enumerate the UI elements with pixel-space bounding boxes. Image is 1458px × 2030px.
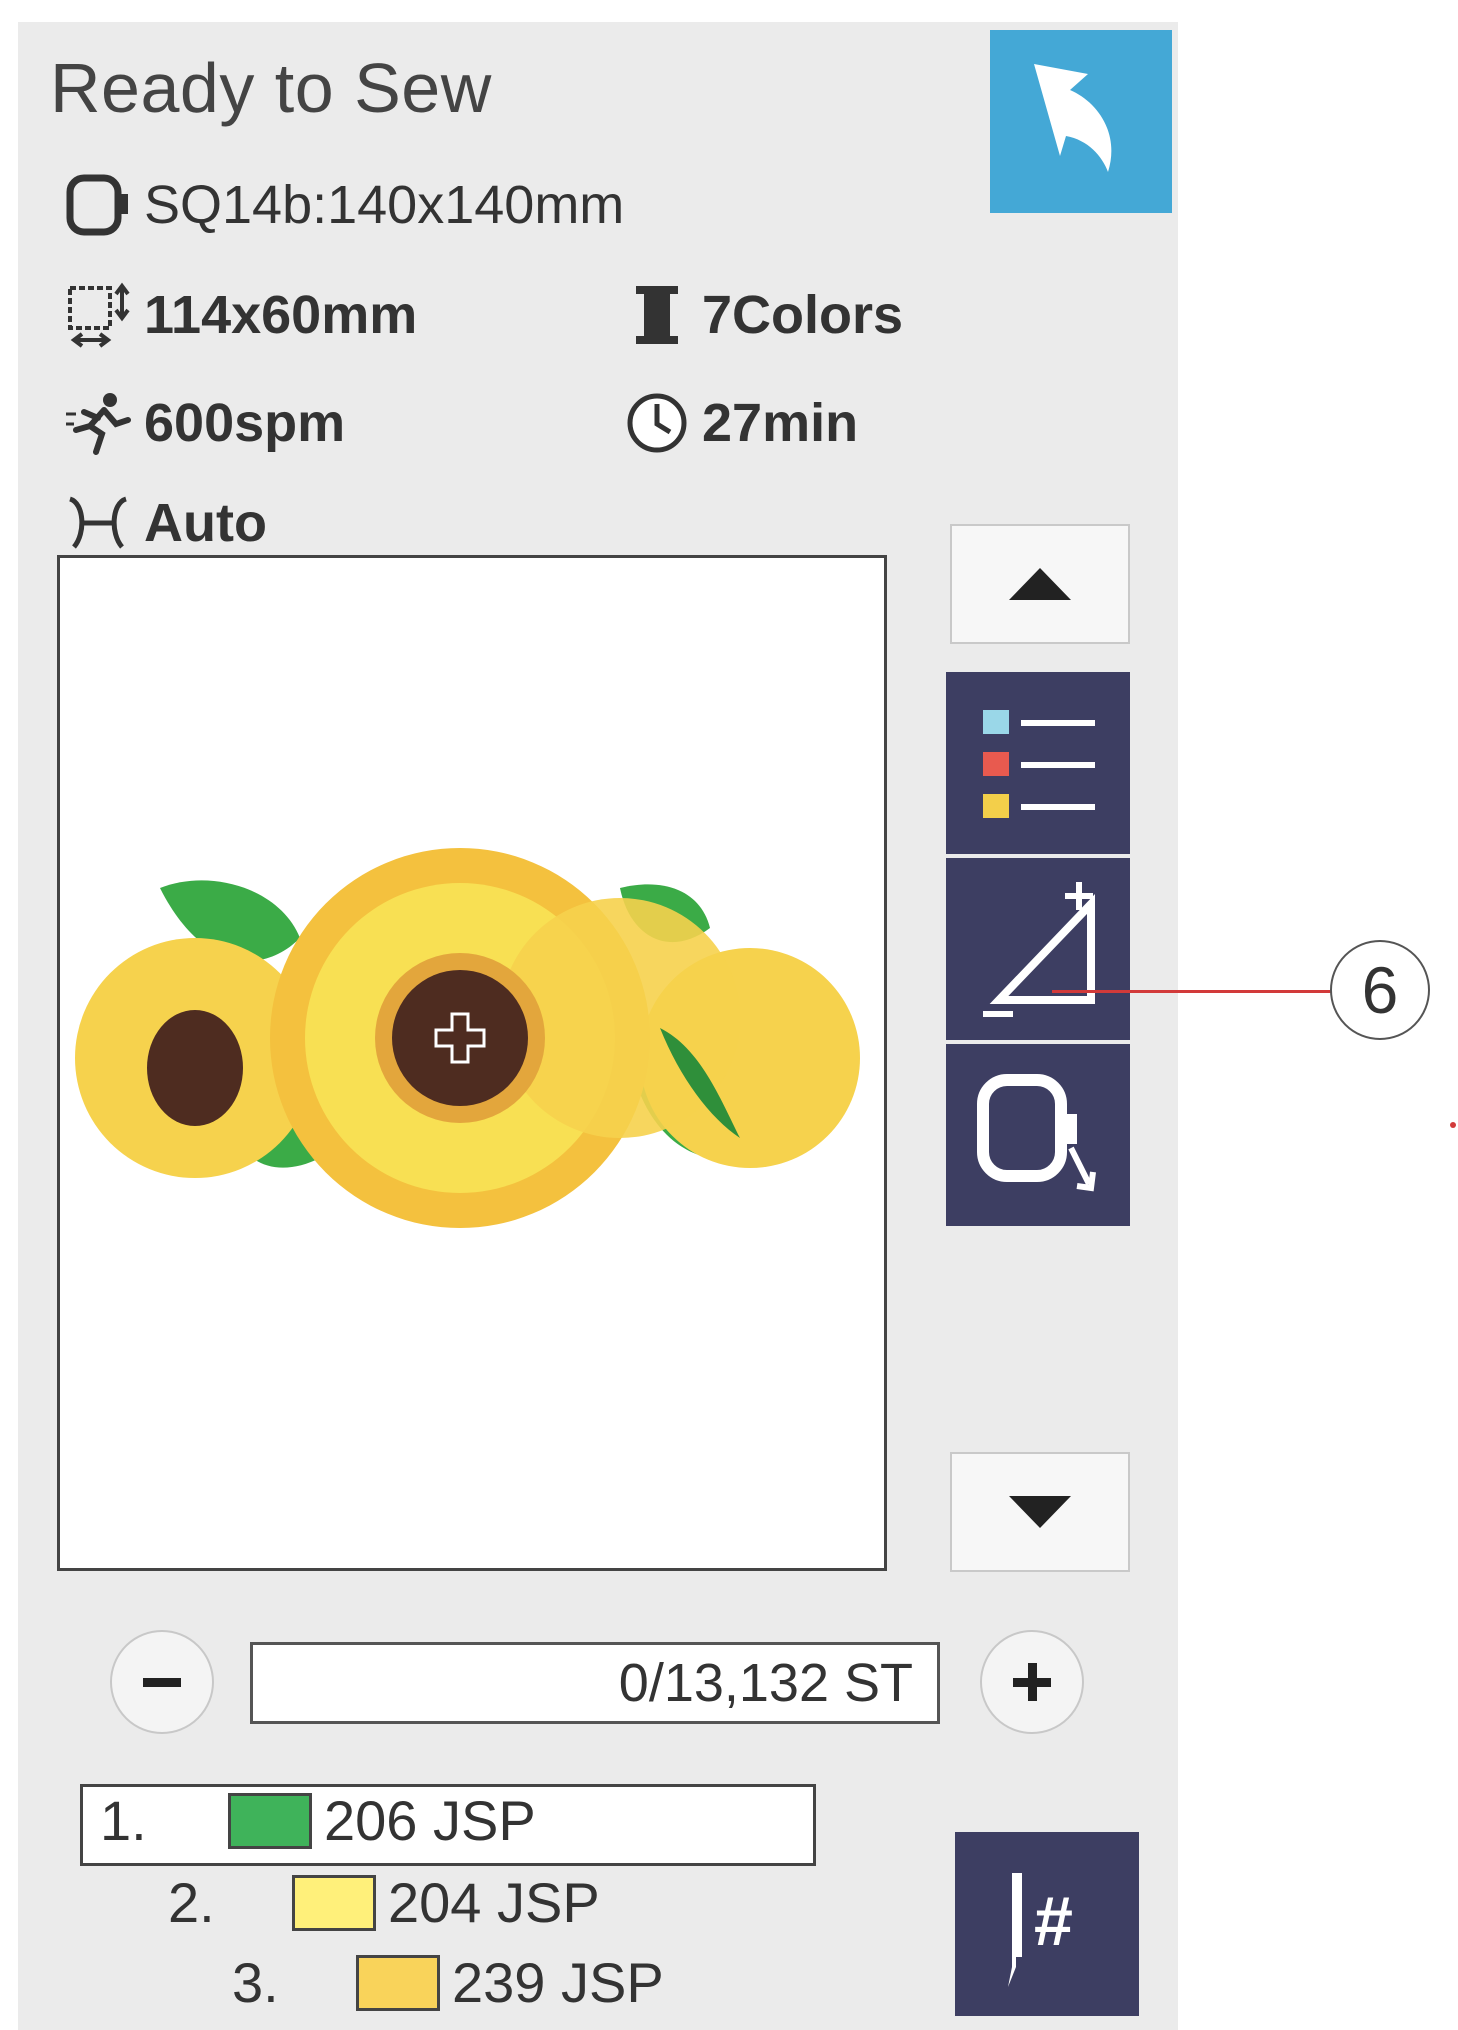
stray-mark bbox=[1450, 1122, 1456, 1128]
hoop-text: SQ14b:140x140mm bbox=[144, 175, 625, 235]
running-figure-icon bbox=[64, 390, 134, 456]
hoop-move-icon bbox=[977, 1074, 1096, 1192]
tension-adjust-button[interactable] bbox=[946, 858, 1130, 1040]
svg-text:#: # bbox=[1034, 1882, 1073, 1960]
time-text: 27min bbox=[702, 393, 859, 453]
sunflower-design bbox=[75, 848, 860, 1228]
tension-adjust-icon bbox=[983, 882, 1095, 1017]
color-list-item[interactable]: 3. 239 JSP bbox=[232, 1950, 664, 2015]
hoop-move-button[interactable] bbox=[946, 1044, 1130, 1226]
color-swatch bbox=[292, 1874, 376, 1931]
color-item-code: 204 JSP bbox=[388, 1871, 600, 1934]
speed-info: 600spm bbox=[64, 390, 345, 456]
color-item-number: 1. bbox=[100, 1789, 147, 1852]
design-size-icon bbox=[64, 282, 134, 348]
triangle-up-icon bbox=[1009, 568, 1071, 600]
back-button[interactable] bbox=[990, 30, 1172, 213]
thread-cut-icon bbox=[64, 490, 134, 556]
needle-number-icon: # bbox=[1008, 1873, 1073, 1987]
stitch-plus-button[interactable] bbox=[980, 1630, 1084, 1734]
color-item-number: 2. bbox=[168, 1871, 215, 1934]
plus-icon bbox=[1013, 1663, 1051, 1701]
stitch-counter: 0/13,132 ST bbox=[250, 1642, 940, 1724]
thread-cut-text: Auto bbox=[144, 493, 267, 553]
design-size-text: 114x60mm bbox=[144, 285, 418, 345]
speed-text: 600spm bbox=[144, 393, 346, 453]
color-swatch bbox=[228, 1792, 312, 1849]
color-list-item[interactable]: 1. 206 JSP bbox=[100, 1788, 536, 1853]
minus-icon bbox=[143, 1678, 181, 1687]
colors-info: 7Colors bbox=[622, 282, 903, 348]
hoop-info: SQ14b:140x140mm bbox=[64, 172, 624, 238]
color-list-button[interactable] bbox=[946, 672, 1130, 854]
back-arrow-icon bbox=[1034, 63, 1112, 172]
thread-cut-info: Auto bbox=[64, 490, 267, 556]
thread-spool-icon bbox=[622, 282, 692, 348]
color-list-item[interactable]: 2. 204 JSP bbox=[168, 1870, 600, 1935]
needle-number-button[interactable]: # bbox=[955, 1832, 1139, 2016]
color-item-code: 206 JSP bbox=[324, 1789, 536, 1852]
color-item-code: 239 JSP bbox=[452, 1951, 664, 2014]
callout-line bbox=[1052, 990, 1334, 993]
callout-number: 6 bbox=[1330, 940, 1430, 1040]
design-size-info: 114x60mm bbox=[64, 282, 417, 348]
stitch-minus-button[interactable] bbox=[110, 1630, 214, 1734]
clock-icon bbox=[622, 390, 692, 456]
scroll-down-button[interactable] bbox=[950, 1452, 1130, 1572]
color-list-icon bbox=[983, 710, 1095, 818]
screen-title: Ready to Sew bbox=[50, 49, 492, 127]
color-item-number: 3. bbox=[232, 1951, 279, 2014]
time-info: 27min bbox=[622, 390, 858, 456]
hoop-icon bbox=[64, 172, 134, 238]
design-preview bbox=[57, 555, 887, 1571]
color-swatch bbox=[356, 1954, 440, 2011]
scroll-up-button[interactable] bbox=[950, 524, 1130, 644]
colors-text: 7Colors bbox=[702, 285, 904, 345]
triangle-down-icon bbox=[1009, 1496, 1071, 1528]
